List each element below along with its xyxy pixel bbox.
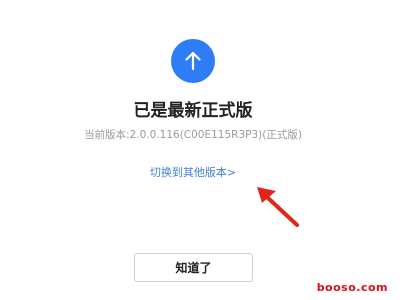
update-dialog: 已是最新正式版 当前版本:2.0.0.116(C00E115R3P3)(正式版)… bbox=[0, 0, 400, 300]
red-arrow-icon bbox=[257, 187, 299, 227]
watermark: booso.com bbox=[316, 281, 388, 294]
current-version-text: 当前版本:2.0.0.116(C00E115R3P3)(正式版) bbox=[84, 129, 302, 141]
arrow-up-icon bbox=[171, 39, 215, 83]
ok-button[interactable]: 知道了 bbox=[134, 253, 253, 282]
dialog-title: 已是最新正式版 bbox=[133, 101, 253, 121]
switch-version-link[interactable]: 切换到其他版本> bbox=[140, 164, 246, 180]
